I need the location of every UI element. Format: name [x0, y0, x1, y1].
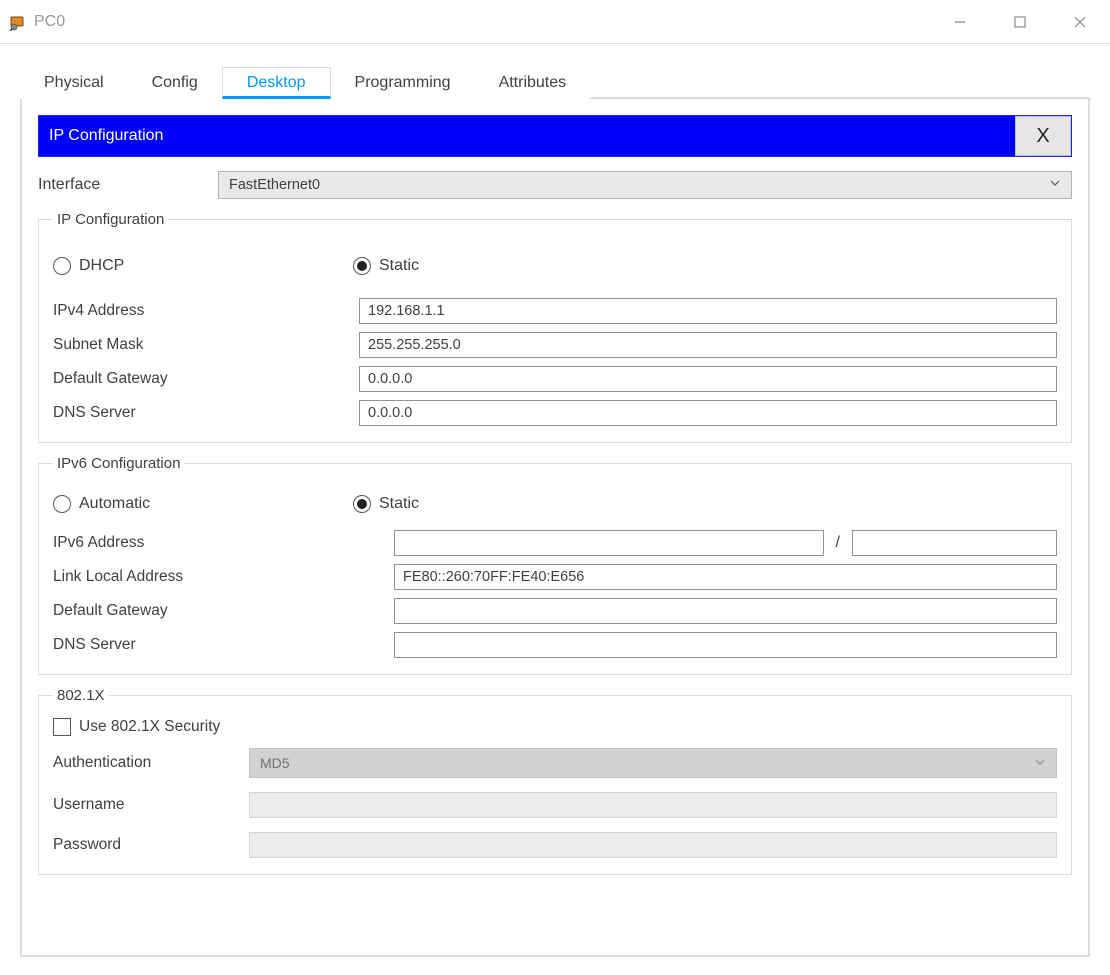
title-bar: PC0 — [0, 0, 1110, 44]
ipv6-gateway-label: Default Gateway — [53, 602, 388, 620]
tab-config[interactable]: Config — [128, 68, 222, 99]
tab-programming[interactable]: Programming — [331, 68, 475, 99]
ipv4-gateway-label: Default Gateway — [53, 370, 353, 388]
subnet-mask-input[interactable] — [359, 332, 1057, 358]
window-title: PC0 — [34, 13, 930, 31]
window-controls — [930, 0, 1110, 43]
panel-header: IP Configuration X — [38, 115, 1072, 157]
password-input — [249, 832, 1057, 858]
minimize-button[interactable] — [930, 0, 990, 43]
use-8021x-checkbox[interactable] — [53, 718, 71, 736]
ipv4-dns-label: DNS Server — [53, 404, 353, 422]
ipv6-address-label: IPv6 Address — [53, 534, 388, 552]
ipv6-automatic-label: Automatic — [79, 495, 150, 513]
ipv6-automatic-radio[interactable] — [53, 495, 71, 513]
dot1x-group: 802.1X Use 802.1X Security Authenticatio… — [38, 687, 1072, 875]
ipv4-address-label: IPv4 Address — [53, 302, 353, 320]
ipv6-dns-label: DNS Server — [53, 636, 388, 654]
username-input — [249, 792, 1057, 818]
ipv4-static-radio[interactable] — [353, 257, 371, 275]
ipv4-group: IP Configuration DHCP Static IPv4 Addres… — [38, 211, 1072, 443]
ipv4-dhcp-label: DHCP — [79, 257, 124, 275]
maximize-button[interactable] — [990, 0, 1050, 43]
ipv4-address-input[interactable] — [359, 298, 1057, 324]
ipv4-dns-input[interactable] — [359, 400, 1057, 426]
linklocal-input[interactable] — [394, 564, 1057, 590]
chevron-down-icon — [1034, 755, 1046, 771]
dot1x-legend: 802.1X — [53, 687, 109, 704]
ipv6-legend: IPv6 Configuration — [53, 455, 184, 472]
close-button[interactable] — [1050, 0, 1110, 43]
ipv6-prefix-slash: / — [830, 534, 846, 552]
authentication-value: MD5 — [260, 755, 290, 771]
panel-title: IP Configuration — [49, 127, 163, 145]
ipv4-gateway-input[interactable] — [359, 366, 1057, 392]
interface-label: Interface — [38, 176, 198, 194]
authentication-label: Authentication — [53, 754, 243, 772]
ipv6-static-label: Static — [379, 495, 419, 513]
ipv6-static-radio[interactable] — [353, 495, 371, 513]
tab-attributes[interactable]: Attributes — [475, 68, 591, 99]
chevron-down-icon — [1049, 177, 1061, 193]
tab-physical[interactable]: Physical — [20, 68, 128, 99]
interface-select[interactable]: FastEthernet0 — [218, 171, 1072, 199]
ipv6-prefix-input[interactable] — [852, 530, 1057, 556]
ipv6-gateway-input[interactable] — [394, 598, 1057, 624]
interface-selected: FastEthernet0 — [229, 177, 320, 193]
panel-close-button[interactable]: X — [1015, 116, 1071, 156]
ipv4-dhcp-radio[interactable] — [53, 257, 71, 275]
tab-desktop[interactable]: Desktop — [222, 67, 331, 99]
use-8021x-label: Use 802.1X Security — [79, 718, 220, 736]
content-frame: IP Configuration X Interface FastEtherne… — [20, 97, 1090, 957]
linklocal-label: Link Local Address — [53, 568, 388, 586]
ipv6-address-input[interactable] — [394, 530, 824, 556]
ipv6-group: IPv6 Configuration Automatic Static IPv6… — [38, 455, 1072, 675]
ipv6-dns-input[interactable] — [394, 632, 1057, 658]
authentication-select: MD5 — [249, 748, 1057, 778]
username-label: Username — [53, 796, 243, 814]
app-icon — [8, 12, 28, 32]
ipv4-static-label: Static — [379, 257, 419, 275]
ipv4-legend: IP Configuration — [53, 211, 168, 228]
subnet-mask-label: Subnet Mask — [53, 336, 353, 354]
password-label: Password — [53, 836, 243, 854]
tab-row: Physical Config Desktop Programming Attr… — [20, 64, 1090, 98]
